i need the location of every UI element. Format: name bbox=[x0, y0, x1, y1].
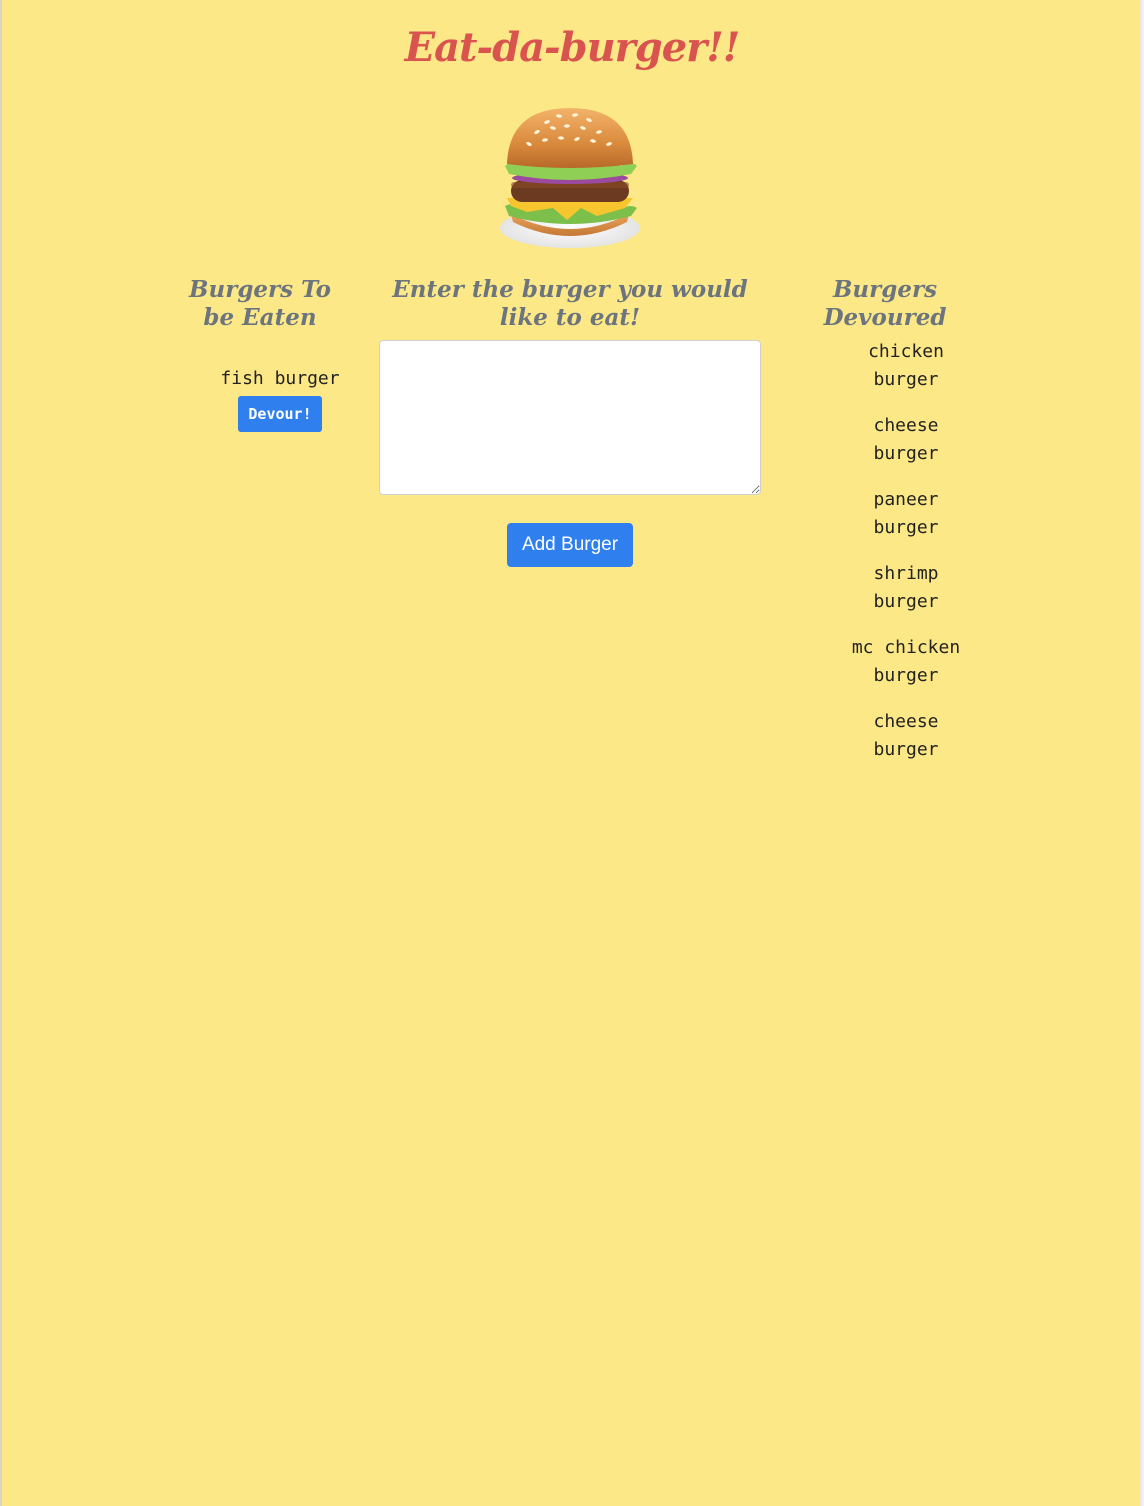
devoured-item: cheese burger bbox=[826, 412, 986, 468]
devoured-item-line1: cheese bbox=[873, 415, 939, 436]
devoured-item-line2: burger bbox=[873, 739, 939, 760]
devoured-item: mc chicken burger bbox=[826, 634, 986, 690]
devoured-item-line1: chicken bbox=[868, 341, 944, 362]
devoured-item-line2: burger bbox=[873, 665, 939, 686]
devoured-item: paneer burger bbox=[826, 486, 986, 542]
burger-name-input[interactable] bbox=[379, 340, 761, 495]
to-eat-item-name: fish burger bbox=[220, 368, 340, 389]
devoured-item-line2: burger bbox=[873, 591, 939, 612]
devoured-item-line2: burger bbox=[873, 369, 939, 390]
page-title: Eat-da-burger!! bbox=[404, 24, 741, 71]
add-burger-heading: Enter the burger you would like to eat! bbox=[392, 276, 748, 331]
to-eat-heading: Burgers To be Eaten bbox=[189, 276, 331, 331]
window-left-edge bbox=[0, 0, 2, 1506]
burger-icon bbox=[497, 104, 643, 250]
devoured-item-line1: paneer bbox=[873, 489, 939, 510]
devoured-item: cheese burger bbox=[826, 708, 986, 764]
devoured-item-line2: burger bbox=[873, 517, 939, 538]
devoured-heading: Burgers Devoured bbox=[823, 276, 947, 331]
devoured-item-line1: mc chicken bbox=[851, 637, 961, 658]
devoured-item: shrimp burger bbox=[826, 560, 986, 616]
devour-button[interactable]: Devour! bbox=[238, 396, 322, 432]
devoured-item-line1: cheese bbox=[873, 711, 939, 732]
add-burger-button[interactable]: Add Burger bbox=[507, 523, 633, 567]
devoured-list: chicken burger cheese burger paneer burg… bbox=[826, 338, 986, 782]
devoured-item-line2: burger bbox=[873, 443, 939, 464]
devoured-item: chicken burger bbox=[826, 338, 986, 394]
window-right-edge bbox=[1139, 0, 1144, 1506]
devoured-item-line1: shrimp bbox=[873, 563, 939, 584]
